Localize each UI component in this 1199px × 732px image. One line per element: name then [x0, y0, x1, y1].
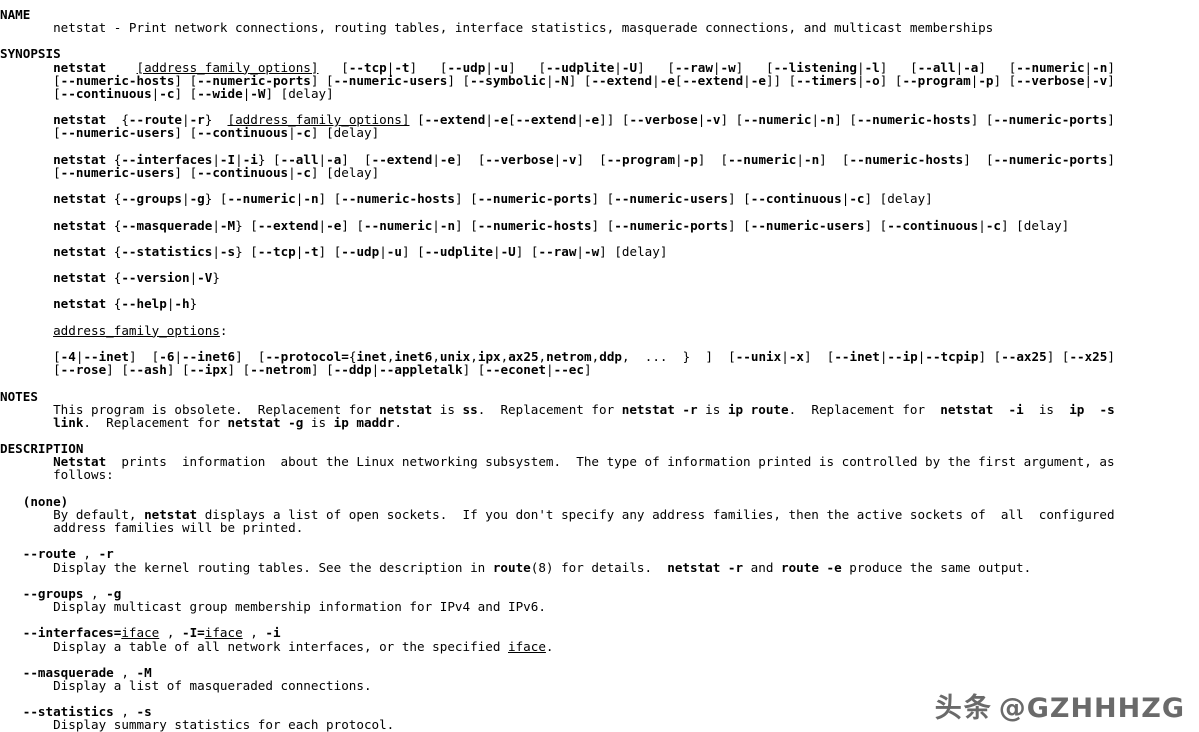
section-heading-synopsis: SYNOPSIS — [0, 46, 61, 62]
watermark-cjk: 头条 — [934, 692, 993, 724]
watermark: 头条 @GZHHHZG — [935, 695, 1185, 722]
section-heading-name: NAME — [0, 7, 31, 22]
man-page: NAME netstat - Print network connections… — [0, 0, 1199, 732]
section-heading-notes: NOTES — [0, 388, 38, 404]
man-page-text: NAME netstat - Print network connections… — [0, 7, 1115, 732]
watermark-handle: @GZHHHZG — [998, 692, 1185, 724]
